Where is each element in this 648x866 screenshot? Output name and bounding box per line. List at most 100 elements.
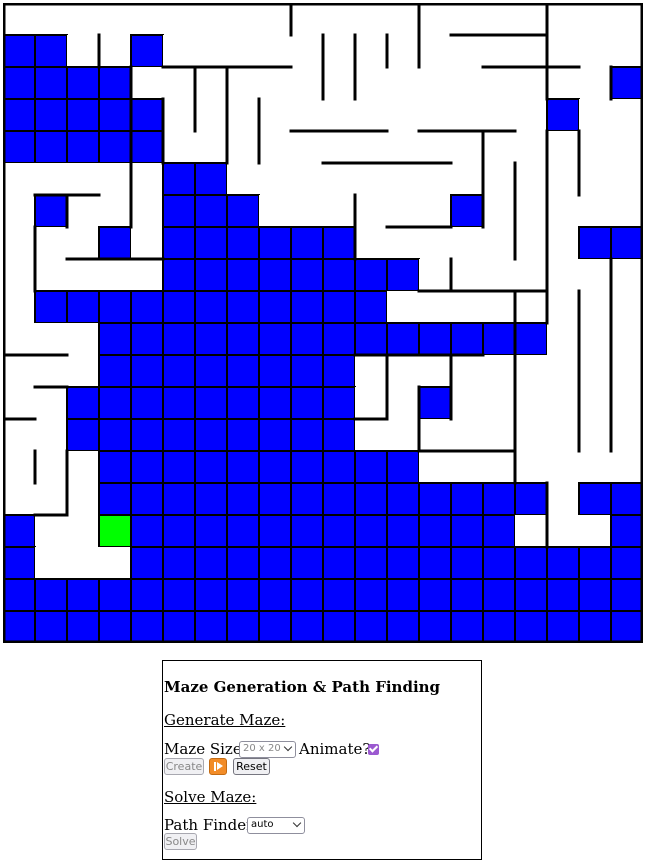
visited-cell	[450, 546, 484, 580]
maze-cell	[547, 419, 579, 451]
maze-cell	[3, 259, 35, 291]
generate-heading: Generate Maze:	[164, 711, 286, 729]
maze-cell	[579, 163, 611, 195]
path-finder-select[interactable]: auto	[247, 817, 305, 834]
visited-cell	[258, 610, 292, 643]
maze-cell	[483, 419, 515, 451]
maze-size-select[interactable]: 20 x 20	[239, 741, 296, 758]
solve-heading: Solve Maze:	[164, 788, 257, 806]
visited-cell	[130, 130, 164, 164]
visited-cell	[98, 66, 132, 100]
maze-cell	[579, 259, 611, 291]
maze-cell	[67, 259, 99, 291]
maze-cell	[547, 291, 579, 323]
visited-cell	[194, 226, 228, 260]
visited-cell	[162, 226, 196, 260]
maze-cell	[611, 195, 643, 227]
maze-cell	[67, 227, 99, 259]
maze-cell	[547, 3, 579, 35]
maze-cell	[67, 483, 99, 515]
visited-cell	[578, 546, 612, 580]
visited-cell	[482, 514, 516, 548]
visited-cell	[386, 514, 420, 548]
reset-button[interactable]: Reset	[233, 758, 270, 775]
maze-cell	[3, 3, 35, 35]
visited-cell	[354, 322, 388, 356]
visited-cell	[34, 130, 68, 164]
maze-cell	[547, 483, 579, 515]
visited-cell	[194, 546, 228, 580]
visited-cell	[162, 482, 196, 516]
maze-cell	[163, 67, 195, 99]
visited-cell	[354, 514, 388, 548]
maze-cell	[547, 451, 579, 483]
maze-cell	[451, 419, 483, 451]
maze-cell	[483, 3, 515, 35]
visited-cell	[98, 482, 132, 516]
maze-cell	[35, 227, 67, 259]
maze-cell	[547, 515, 579, 547]
visited-cell	[450, 578, 484, 612]
maze-cell	[3, 483, 35, 515]
visited-cell	[130, 482, 164, 516]
visited-cell	[130, 514, 164, 548]
visited-cell	[98, 354, 132, 388]
visited-cell	[258, 226, 292, 260]
maze-cell	[611, 3, 643, 35]
maze-cell	[3, 195, 35, 227]
visited-cell	[386, 258, 420, 292]
maze-cell	[323, 99, 355, 131]
maze-cell	[611, 259, 643, 291]
visited-cell	[322, 418, 356, 452]
visited-cell	[226, 578, 260, 612]
visited-cell	[3, 610, 36, 643]
visited-cell	[418, 514, 452, 548]
visited-cell	[194, 194, 228, 228]
maze-cell	[483, 99, 515, 131]
maze-cell	[387, 355, 419, 387]
visited-cell	[66, 98, 100, 132]
maze-cell	[611, 163, 643, 195]
maze-cell	[67, 515, 99, 547]
maze-cell	[99, 547, 131, 579]
maze-cell	[547, 131, 579, 163]
solve-button[interactable]: Solve	[164, 833, 197, 850]
visited-cell	[3, 514, 36, 548]
visited-cell	[130, 578, 164, 612]
visited-cell	[578, 482, 612, 516]
create-button[interactable]: Create	[164, 758, 204, 775]
visited-cell	[290, 354, 324, 388]
visited-cell	[162, 418, 196, 452]
visited-cell	[162, 322, 196, 356]
visited-cell	[258, 482, 292, 516]
visited-cell	[34, 98, 68, 132]
visited-cell	[322, 578, 356, 612]
visited-cell	[610, 226, 643, 260]
visited-cell	[194, 162, 228, 196]
maze-cell	[355, 419, 387, 451]
chevron-down-icon	[292, 818, 302, 828]
maze-cell	[387, 195, 419, 227]
maze-cell	[579, 451, 611, 483]
animate-checkbox[interactable]	[368, 744, 379, 755]
visited-cell	[322, 482, 356, 516]
visited-cell	[162, 578, 196, 612]
visited-cell	[290, 226, 324, 260]
maze-cell	[419, 419, 451, 451]
visited-cell	[610, 578, 643, 612]
maze-cell	[35, 259, 67, 291]
visited-cell	[162, 610, 196, 643]
maze-cell	[515, 35, 547, 67]
maze-cell	[163, 131, 195, 163]
visited-cell	[130, 386, 164, 420]
visited-cell	[610, 610, 643, 643]
play-step-button[interactable]	[209, 758, 227, 775]
maze-cell	[579, 131, 611, 163]
maze-cell	[99, 163, 131, 195]
maze-cell	[611, 387, 643, 419]
visited-cell	[290, 418, 324, 452]
maze-cell	[515, 419, 547, 451]
visited-cell	[610, 514, 643, 548]
visited-cell	[290, 610, 324, 643]
maze-cell	[67, 35, 99, 67]
